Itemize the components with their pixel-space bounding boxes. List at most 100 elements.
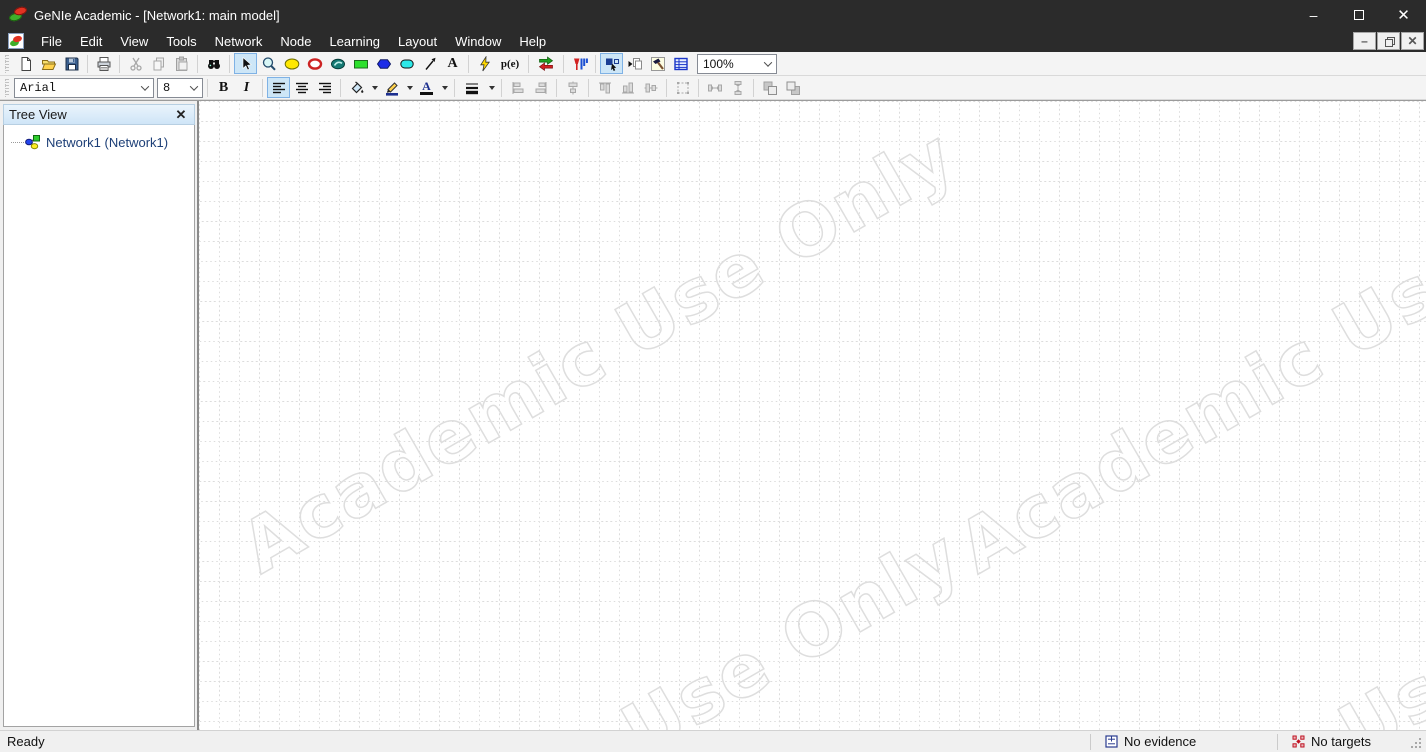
textbox-tool-button[interactable]: A xyxy=(441,53,464,74)
line-width-button[interactable] xyxy=(459,77,485,98)
menu-tools[interactable]: Tools xyxy=(157,30,205,52)
center-vertically-button xyxy=(639,77,662,98)
main-toolbar: A p(e) 100% xyxy=(0,52,1426,76)
pe-label: p(e) xyxy=(501,58,519,70)
text-color-dropdown[interactable] xyxy=(438,77,450,98)
tree-item-label: Network1 (Network1) xyxy=(46,135,168,150)
bring-to-front-button xyxy=(758,77,781,98)
menu-network[interactable]: Network xyxy=(206,30,272,52)
bold-button[interactable]: B xyxy=(212,77,235,98)
align-center-button[interactable] xyxy=(290,77,313,98)
align-tops-button xyxy=(593,77,616,98)
app-window: GeNIe Academic - [Network1: main model] … xyxy=(0,0,1426,752)
dropdown-chevron-icon[interactable] xyxy=(137,85,153,91)
italic-label: I xyxy=(244,80,249,96)
tree-connector xyxy=(11,142,24,143)
line-width-dropdown[interactable] xyxy=(485,77,497,98)
clone-view-button[interactable] xyxy=(623,53,646,74)
menu-edit[interactable]: Edit xyxy=(71,30,111,52)
align-left-button[interactable] xyxy=(267,77,290,98)
network-icon xyxy=(25,134,41,150)
targets-icon xyxy=(1292,735,1305,748)
menu-window[interactable]: Window xyxy=(446,30,510,52)
letter-a-icon: A xyxy=(447,56,457,72)
dropdown-chevron-icon[interactable] xyxy=(760,61,776,67)
open-file-button[interactable] xyxy=(37,53,60,74)
targets-status-text: No targets xyxy=(1311,734,1371,749)
menu-file[interactable]: File xyxy=(32,30,71,52)
text-color-bar xyxy=(420,92,433,95)
decision-node-tool[interactable] xyxy=(349,53,372,74)
toolbar-separator xyxy=(563,55,564,73)
tree-view-title: Tree View xyxy=(9,107,67,122)
tree-view-close-button[interactable]: ✕ xyxy=(173,107,189,123)
mau-node-tool[interactable] xyxy=(395,53,418,74)
equation-node-tool[interactable] xyxy=(326,53,349,74)
line-color-button[interactable] xyxy=(380,77,403,98)
window-maximize-button[interactable] xyxy=(1336,0,1381,30)
window-close-button[interactable]: ✕ xyxy=(1381,0,1426,30)
toolbar-grip[interactable] xyxy=(5,79,9,97)
text-color-button[interactable]: A xyxy=(415,77,438,98)
fill-color-button[interactable] xyxy=(345,77,368,98)
restore-icon xyxy=(1385,37,1393,45)
format-toolbar: Arial 8 B I A xyxy=(0,76,1426,100)
zoom-level-combo[interactable]: 100% xyxy=(697,54,777,74)
utility-node-tool[interactable] xyxy=(372,53,395,74)
center-horizontally-button xyxy=(561,77,584,98)
toolbar-separator xyxy=(197,55,198,73)
toolbar-separator xyxy=(119,55,120,73)
window-minimize-button[interactable]: – xyxy=(1291,0,1336,30)
toolbar-separator xyxy=(340,79,341,97)
menu-layout[interactable]: Layout xyxy=(389,30,446,52)
invert-arc-button[interactable] xyxy=(533,53,559,74)
probability-of-evidence-button[interactable]: p(e) xyxy=(496,53,524,74)
line-color-dropdown[interactable] xyxy=(403,77,415,98)
snap-to-grid-button xyxy=(671,77,694,98)
tree-view-body[interactable]: Network1 (Network1) xyxy=(3,125,195,727)
toolbar-grip[interactable] xyxy=(5,55,9,73)
app-logo-icon xyxy=(8,6,28,24)
mdi-minimize-button[interactable]: – xyxy=(1353,32,1376,50)
zoom-tool-button[interactable] xyxy=(257,53,280,74)
arc-tool-button[interactable] xyxy=(418,53,441,74)
dropdown-arrow-icon xyxy=(372,86,378,90)
cut-button xyxy=(124,53,147,74)
bold-label: B xyxy=(219,80,228,96)
new-network-button[interactable] xyxy=(14,53,37,74)
save-button[interactable] xyxy=(60,53,83,74)
update-beliefs-button[interactable] xyxy=(473,53,496,74)
copy-button xyxy=(147,53,170,74)
select-tool-button[interactable] xyxy=(234,53,257,74)
tree-view-panel: Tree View ✕ Network1 (Network1) xyxy=(0,101,197,730)
tree-item-network1[interactable]: Network1 (Network1) xyxy=(4,133,194,151)
evidence-status-text: No evidence xyxy=(1124,734,1196,749)
network-properties-button[interactable] xyxy=(646,53,669,74)
tree-view-header[interactable]: Tree View ✕ xyxy=(3,104,195,125)
chance-node-tool[interactable] xyxy=(280,53,303,74)
italic-button[interactable]: I xyxy=(235,77,258,98)
print-button[interactable] xyxy=(92,53,115,74)
deterministic-node-tool[interactable] xyxy=(303,53,326,74)
value-of-information-button[interactable] xyxy=(568,53,591,74)
font-family-combo[interactable]: Arial xyxy=(14,78,154,98)
toolbar-separator xyxy=(454,79,455,97)
toolbar-separator xyxy=(87,55,88,73)
menu-learning[interactable]: Learning xyxy=(320,30,389,52)
send-to-back-button xyxy=(781,77,804,98)
resize-grip[interactable] xyxy=(1408,736,1424,752)
find-button[interactable] xyxy=(202,53,225,74)
spreadsheet-view-button[interactable] xyxy=(669,53,692,74)
mdi-restore-button[interactable] xyxy=(1377,32,1400,50)
node-view-mode-button[interactable] xyxy=(600,53,623,74)
font-size-value: 8 xyxy=(163,81,170,95)
align-right-button[interactable] xyxy=(313,77,336,98)
network-canvas[interactable]: Academic Use Only Academic Use Only Acad… xyxy=(199,101,1426,730)
menu-node[interactable]: Node xyxy=(271,30,320,52)
dropdown-chevron-icon[interactable] xyxy=(186,85,202,91)
fill-color-dropdown[interactable] xyxy=(368,77,380,98)
mdi-close-button[interactable]: ✕ xyxy=(1401,32,1424,50)
menu-view[interactable]: View xyxy=(111,30,157,52)
font-size-combo[interactable]: 8 xyxy=(157,78,203,98)
menu-help[interactable]: Help xyxy=(510,30,555,52)
